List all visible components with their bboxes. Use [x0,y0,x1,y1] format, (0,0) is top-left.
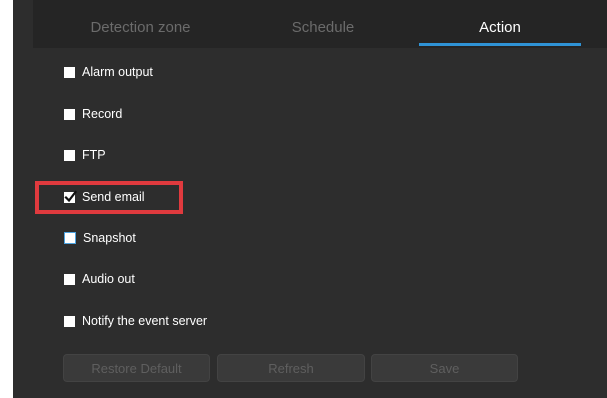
restore-default-button[interactable]: Restore Default [63,354,210,382]
tab-schedule[interactable]: Schedule [238,0,408,48]
tab-bar: Detection zone Schedule Action [33,0,607,48]
option-send-email[interactable]: Send email [64,188,145,206]
ftp-checkbox[interactable] [64,149,75,161]
save-button[interactable]: Save [371,354,518,382]
option-label: Send email [82,190,145,204]
action-settings-panel: Detection zone Schedule Action Alarm out… [13,0,607,398]
send-email-checkbox[interactable] [64,189,77,203]
option-audio-out[interactable]: Audio out [64,270,135,288]
option-label: FTP [82,148,106,162]
option-ftp[interactable]: FTP [64,146,106,164]
option-label: Audio out [82,272,135,286]
record-checkbox[interactable] [64,108,75,120]
option-notify-event-server[interactable]: Notify the event server [64,312,207,330]
option-record[interactable]: Record [64,105,122,123]
option-label: Notify the event server [82,314,208,328]
option-label: Alarm output [82,65,153,79]
option-snapshot[interactable]: Snapshot [64,229,136,247]
active-tab-indicator [419,43,581,46]
snapshot-checkbox[interactable] [64,232,76,244]
tab-detection-zone[interactable]: Detection zone [53,0,228,48]
tab-action[interactable]: Action [419,0,581,48]
notify-event-server-checkbox[interactable] [64,315,75,327]
option-label: Record [82,107,123,121]
audio-out-checkbox[interactable] [64,273,75,285]
checkmark-icon [64,189,77,202]
alarm-output-checkbox[interactable] [64,66,75,78]
refresh-button[interactable]: Refresh [217,354,365,382]
option-alarm-output[interactable]: Alarm output [64,63,153,81]
option-label: Snapshot [83,231,136,245]
